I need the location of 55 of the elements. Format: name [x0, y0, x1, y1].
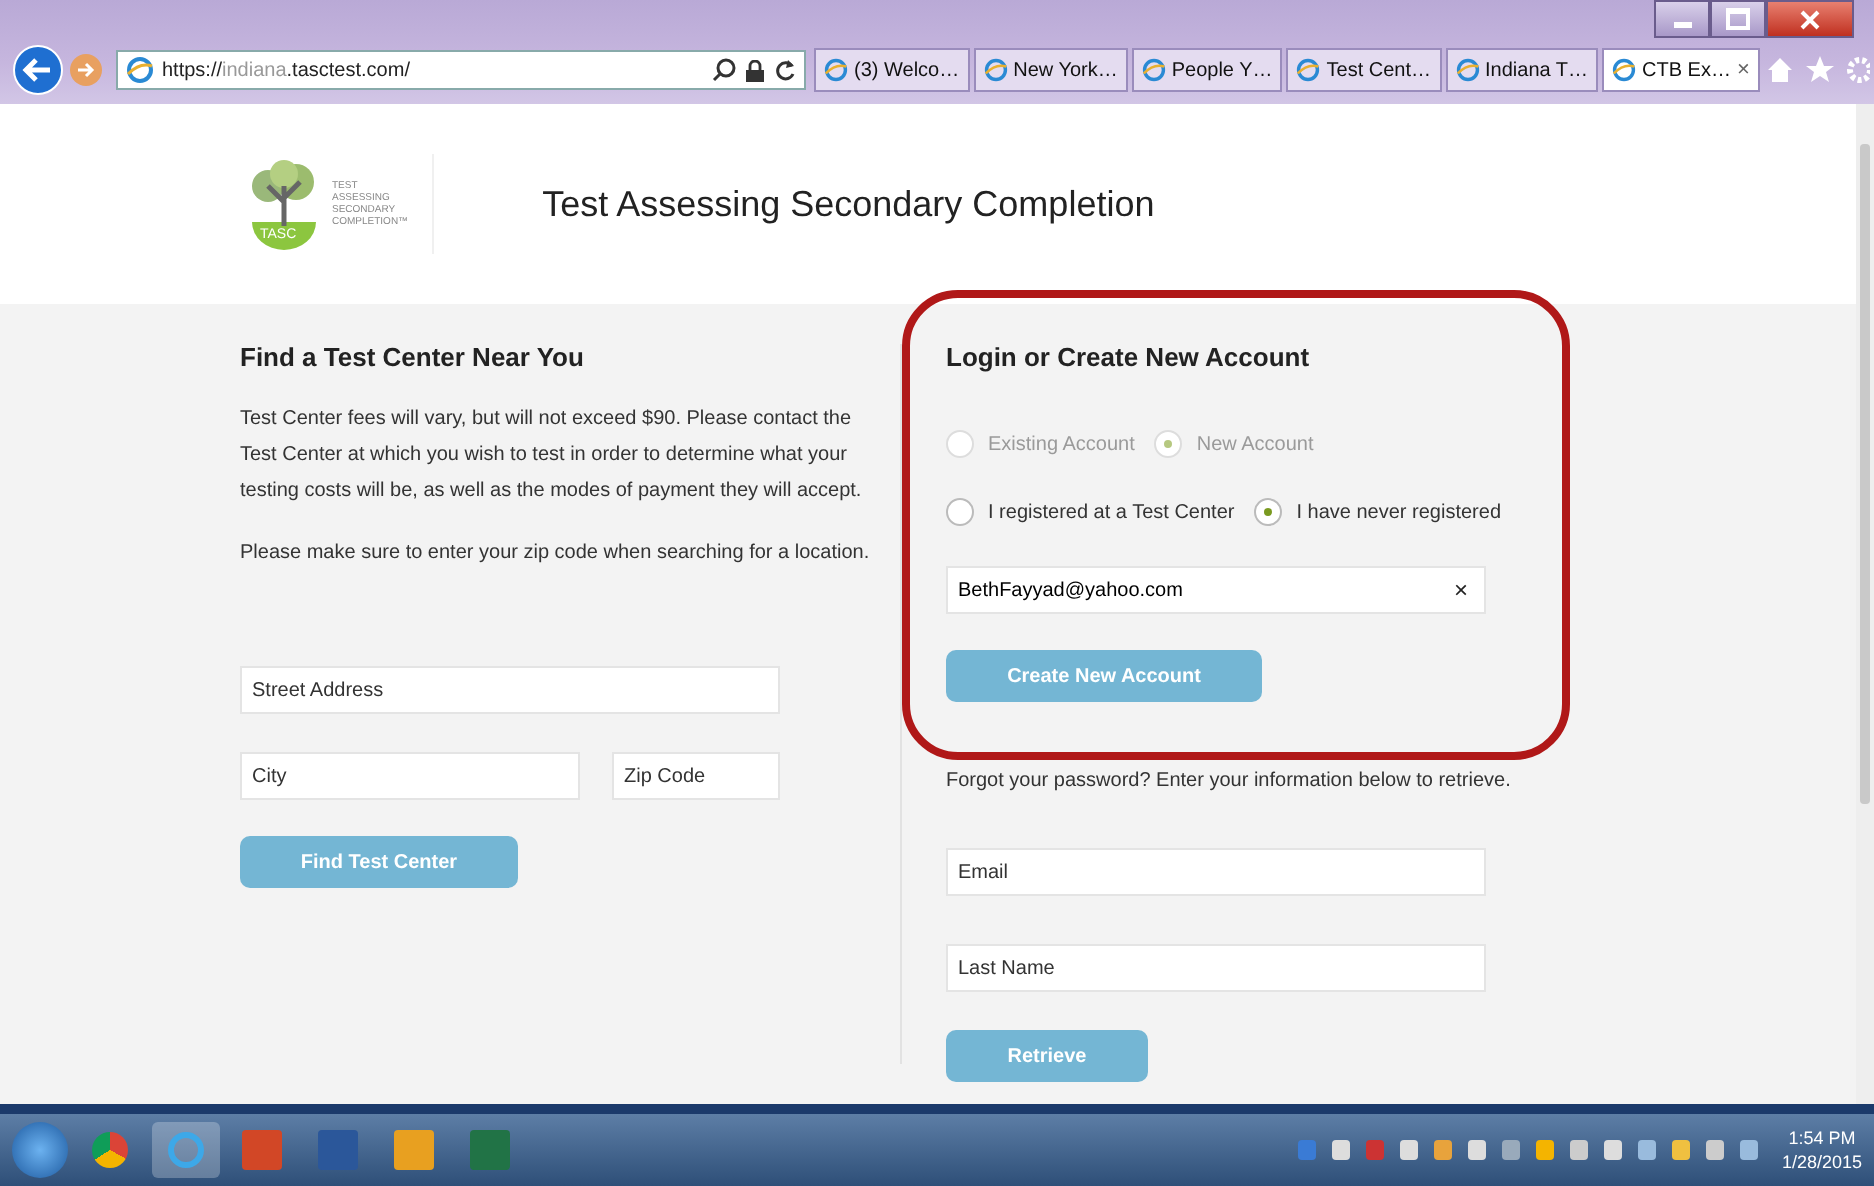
radio-button[interactable] [1254, 498, 1283, 526]
address-bar[interactable]: https://indiana.tasctest.com/ [116, 50, 806, 90]
scrollbar[interactable] [1856, 104, 1874, 1104]
url-text: https://indiana.tasctest.com/ [162, 59, 410, 81]
fees-paragraph: Test Center fees will vary, but will not exceed $90. Please contact the Test Center at which you wish to test in order to determine what your testing costs will be, as well as the modes of payment they will accept. [240, 406, 864, 506]
email-field[interactable]: BethFayyad@yahoo.com × [946, 566, 1486, 614]
tab-title: People Y… [1171, 59, 1273, 81]
star-icon[interactable] [1806, 56, 1834, 84]
radio-label: Existing Account [988, 433, 1135, 455]
tab-title: New York… [1013, 59, 1118, 81]
radio-button[interactable] [946, 498, 974, 526]
minimize-button[interactable] [1654, 0, 1710, 38]
browser-tab[interactable]: Indiana T… [1445, 48, 1599, 92]
tab-title: CTB Ex… [1642, 59, 1731, 81]
close-icon [1800, 9, 1820, 29]
browser-page-icon [126, 56, 154, 84]
email-field[interactable]: Email [946, 848, 1486, 896]
section-heading: Login or Create New Account [946, 342, 1312, 372]
browser-tab[interactable]: New York… [973, 48, 1128, 92]
settings-icon[interactable] [1846, 56, 1870, 84]
browser-page-icon [1612, 58, 1637, 82]
tab-title: Test Cent… [1326, 59, 1432, 81]
maximize-button[interactable] [1710, 0, 1766, 38]
clock-date: 1/28/2015 [1781, 1150, 1862, 1174]
last-name-field[interactable]: Last Name [946, 944, 1486, 992]
section-heading: Find a Test Center Near You [240, 342, 586, 372]
radio-label: I have never registered [1296, 501, 1501, 523]
site-title: Test Assessing Secondary Completion [542, 183, 1155, 225]
zip-code-field[interactable]: Zip Code [612, 752, 780, 800]
browser-tab[interactable]: (3) Welco… [814, 48, 970, 92]
radio-label: New Account [1196, 433, 1314, 455]
radio-label: I registered at a Test Center [988, 501, 1235, 523]
browser-page-icon [1455, 58, 1480, 82]
browser-page-icon [1296, 58, 1321, 82]
street-address-field[interactable]: Street Address [240, 666, 780, 714]
close-button[interactable] [1766, 0, 1854, 38]
home-icon[interactable] [1766, 56, 1794, 84]
browser-tab[interactable]: CTB Ex… × [1602, 48, 1760, 92]
browser-page-icon [1141, 58, 1166, 82]
start-button[interactable] [12, 1122, 68, 1178]
tab-title: Indiana T… [1485, 59, 1589, 81]
forgot-password-text: Forgot your password? Enter your information below to retrieve. [946, 768, 1513, 796]
clock-time: 1:54 PM [1788, 1126, 1856, 1150]
refresh-icon[interactable] [774, 58, 796, 82]
city-field[interactable]: City [240, 752, 580, 800]
clear-button[interactable]: × [1453, 576, 1468, 604]
zip-note: Please make sure to enter your zip code when searching for a location. [240, 540, 872, 568]
lock-icon [746, 59, 764, 81]
search-icon[interactable] [712, 58, 736, 82]
browser-page-icon [983, 58, 1008, 82]
tab-title: (3) Welco… [854, 59, 960, 81]
tab-close-button[interactable]: × [1736, 58, 1750, 82]
browser-tab[interactable]: Test Cent… [1286, 48, 1442, 92]
browser-tab[interactable]: People Y… [1131, 48, 1283, 92]
browser-page-icon [824, 58, 848, 82]
